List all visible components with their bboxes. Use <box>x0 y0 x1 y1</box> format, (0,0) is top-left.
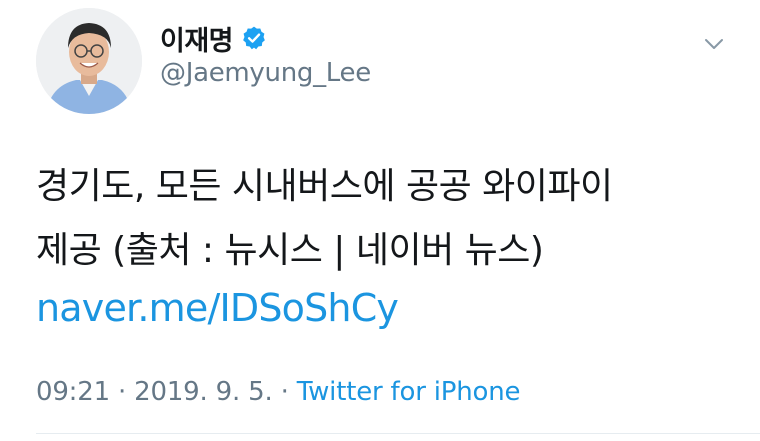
chevron-down-icon[interactable] <box>700 30 728 58</box>
user-name-row: 이재명 <box>160 19 267 58</box>
display-name[interactable]: 이재명 <box>160 19 234 58</box>
user-handle[interactable]: @Jaemyung_Lee <box>160 58 371 88</box>
meta-separator: · <box>272 377 297 407</box>
tweet-time[interactable]: 09:21 <box>36 377 110 407</box>
meta-separator: · <box>109 377 135 407</box>
tweet-text-line: 경기도, 모든 시내버스에 공공 와이파이 <box>36 166 613 207</box>
verified-badge-icon <box>241 25 267 51</box>
divider <box>36 433 760 434</box>
tweet-card: 이재명 @Jaemyung_Lee 경기도, 모든 시내버스에 공공 와이파이 … <box>0 0 760 441</box>
tweet-meta: 09:21 · 2019. 9. 5. · Twitter for iPhone <box>36 372 521 412</box>
avatar[interactable] <box>36 8 142 114</box>
tweet-link[interactable]: naver.me/IDSoShCy <box>36 281 399 335</box>
tweet-source[interactable]: Twitter for iPhone <box>297 377 521 407</box>
tweet-text-line: 제공 (출처 : 뉴시스 | 네이버 뉴스) <box>36 230 544 271</box>
tweet-date[interactable]: 2019. 9. 5. <box>134 377 273 407</box>
tweet-text: 경기도, 모든 시내버스에 공공 와이파이 제공 (출처 : 뉴시스 | 네이버… <box>36 155 726 283</box>
